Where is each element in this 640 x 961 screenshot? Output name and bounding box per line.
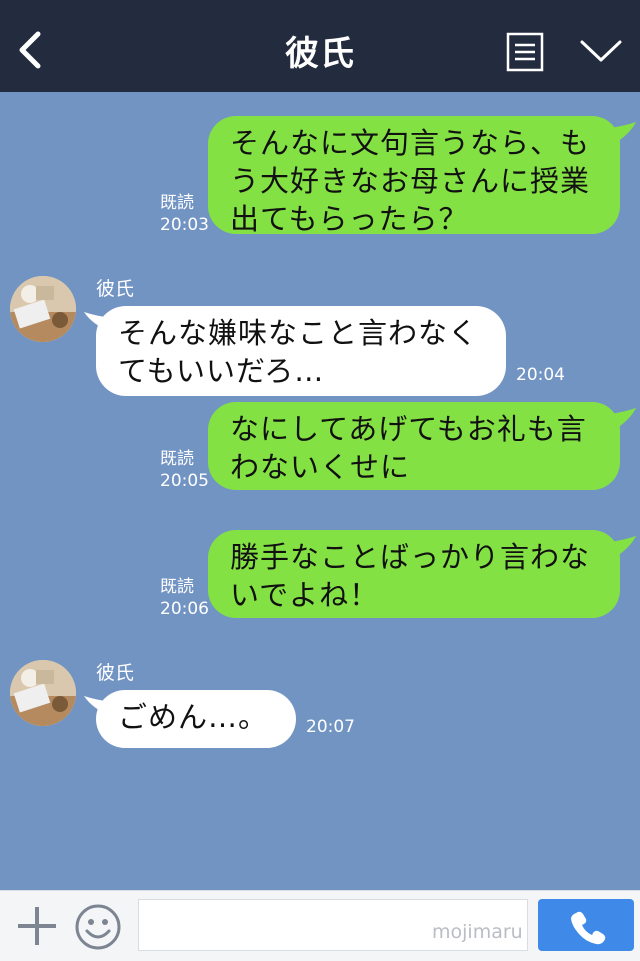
avatar[interactable] <box>10 660 76 726</box>
message-time: 20:05 <box>160 471 209 491</box>
chat-header: 彼氏 <box>0 0 640 92</box>
received-message-bubble[interactable]: そんな嫌味なこと言わなく てもいいだろ… <box>96 306 506 396</box>
message-time: 20:06 <box>160 599 209 619</box>
message-time: 20:03 <box>160 215 209 235</box>
message-text-line: わないくせに <box>230 450 411 484</box>
read-receipt: 既読 <box>160 193 194 213</box>
message-meta: 既読 20:06 <box>160 576 209 620</box>
add-button[interactable] <box>14 903 60 949</box>
avatar-photo <box>10 660 76 726</box>
message-input[interactable] <box>138 899 528 951</box>
chevron-down-icon <box>580 40 622 62</box>
message-text-line: そんなに文句言うなら、も <box>230 126 591 160</box>
message-text-line: 勝手なことばっかり言わな <box>230 540 591 574</box>
message-meta: 既読 20:03 <box>160 192 209 236</box>
chat-area[interactable]: 既読 20:03 そんなに文句言うなら、も う大好きなお母さんに授業 出てもらっ… <box>0 92 640 890</box>
message-text-line: てもいいだろ… <box>118 354 325 388</box>
message-time: 20:07 <box>306 717 355 737</box>
sent-message-bubble[interactable]: なにしてあげてもお礼も言 わないくせに <box>208 402 620 490</box>
bubble-tail <box>610 536 636 558</box>
plus-icon <box>18 907 56 945</box>
phone-icon <box>571 911 606 945</box>
message-text-line: なにしてあげてもお礼も言 <box>230 412 587 446</box>
avatar-photo <box>10 276 76 342</box>
emoji-button[interactable] <box>74 903 122 951</box>
sender-name: 彼氏 <box>96 662 135 684</box>
expand-button[interactable] <box>578 36 624 66</box>
message-text-line: いでよね！ <box>230 578 380 612</box>
read-receipt: 既読 <box>160 449 194 469</box>
message-meta: 既読 20:05 <box>160 448 209 492</box>
input-bar: mojimaru <box>0 890 640 961</box>
avatar[interactable] <box>10 276 76 342</box>
message-time: 20:04 <box>516 365 565 385</box>
sent-message-bubble[interactable]: 勝手なことばっかり言わな いでよね！ <box>208 530 620 618</box>
bubble-tail <box>610 408 636 430</box>
smile-icon <box>75 904 121 950</box>
sent-message-bubble[interactable]: そんなに文句言うなら、も う大好きなお母さんに授業 出てもらったら？ <box>208 116 620 236</box>
bubble-tail <box>610 122 636 144</box>
sender-name: 彼氏 <box>96 278 135 300</box>
received-message-bubble[interactable]: ごめん…。 <box>96 690 296 748</box>
chat-title: 彼氏 <box>285 34 355 74</box>
message-text-line: う大好きなお母さんに授業 <box>230 164 591 198</box>
list-icon <box>506 32 544 72</box>
call-button[interactable] <box>538 899 634 951</box>
message-text-line: ごめん…。 <box>118 700 269 734</box>
read-receipt: 既読 <box>160 577 194 597</box>
menu-button[interactable] <box>506 32 544 72</box>
message-text-line: そんな嫌味なこと言わなく <box>118 316 479 350</box>
message-text-line: 出てもらったら？ <box>230 202 469 236</box>
